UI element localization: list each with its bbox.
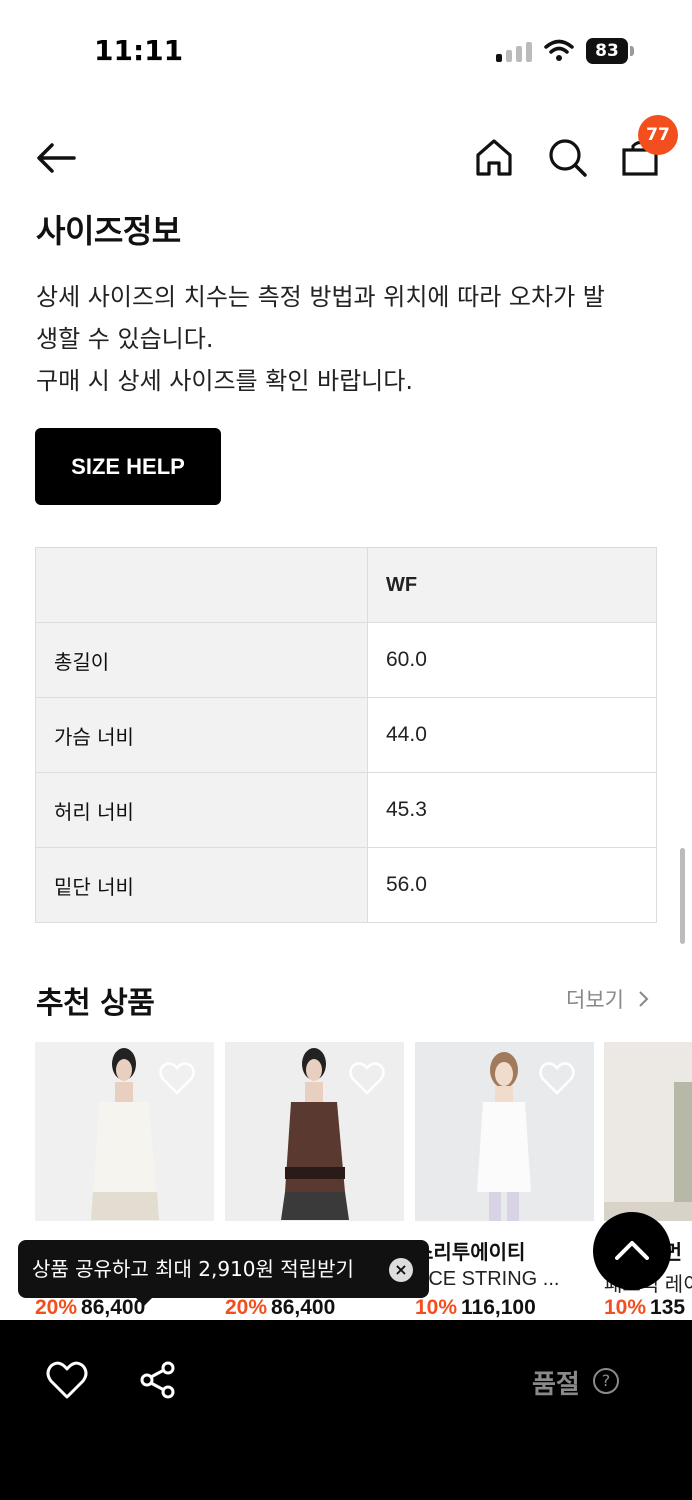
product-brand: 스리투에이티 [415,1240,526,1264]
scroll-to-top-button[interactable] [593,1212,671,1290]
table-header-row: WF [35,547,657,623]
discount-rate: 20% [35,1296,78,1319]
price-value: 135 [650,1296,686,1319]
price-value: 86,400 [271,1296,336,1319]
table-header-cell [35,547,368,623]
table-header-cell: WF [367,547,657,623]
row-label: 허리 너비 [35,772,368,848]
product-price: 10% 116,100 [415,1296,536,1320]
wifi-icon [544,39,574,61]
size-info-title: 사이즈정보 [36,212,181,250]
discount-rate: 10% [604,1296,647,1319]
cellular-signal-icon [496,40,532,62]
help-icon[interactable]: ? [593,1368,619,1394]
size-info-description: 상세 사이즈의 치수는 측정 방법과 위치에 따라 오차가 발 생할 수 있습니… [36,276,666,402]
row-value: 44.0 [367,697,657,773]
more-link[interactable]: 더보기 [566,984,651,1014]
table-row: 허리 너비 45.3 [35,772,657,848]
heart-icon[interactable] [348,1060,386,1096]
more-link-label: 더보기 [566,988,624,1012]
price-value: 116,100 [461,1296,536,1319]
row-value: 45.3 [367,772,657,848]
share-icon[interactable] [138,1360,178,1400]
row-label: 밑단 너비 [35,847,368,923]
heart-icon[interactable] [538,1060,576,1096]
scrollbar[interactable] [680,848,685,944]
product-name: ACE STRING ... [415,1268,560,1290]
size-table: WF 총길이 60.0 가슴 너비 44.0 허리 너비 45.3 밑단 너비 … [35,547,657,923]
product-price: 10% 135 [604,1296,692,1320]
table-row: 총길이 60.0 [35,622,657,698]
heart-icon[interactable] [46,1360,88,1400]
row-value: 60.0 [367,622,657,698]
sold-out-label: 품절 [532,1370,580,1400]
table-row: 밑단 너비 56.0 [35,847,657,923]
bottom-action-bar: 품절 ? [0,1320,692,1500]
product-image[interactable] [604,1042,692,1221]
description-line: 생할 수 있습니다. [36,325,214,353]
table-row: 가슴 너비 44.0 [35,697,657,773]
share-reward-toast: 상품 공유하고 최대 2,910원 적립받기 × [18,1240,429,1298]
toast-pointer [134,1296,154,1306]
battery-level: 83 [586,38,628,64]
product-image[interactable] [415,1042,594,1221]
description-line: 상세 사이즈의 치수는 측정 방법과 위치에 따라 오차가 발 [36,283,605,311]
product-price: 20% 86,400 [35,1296,145,1320]
discount-rate: 10% [415,1296,458,1319]
product-image[interactable] [35,1042,214,1221]
chevron-up-icon [615,1241,649,1260]
product-image[interactable] [225,1042,404,1221]
close-icon[interactable]: × [389,1258,413,1282]
search-icon[interactable] [546,136,590,180]
description-line: 구매 시 상세 사이즈를 확인 바랍니다. [36,367,413,395]
chevron-right-icon [638,991,649,1007]
cart-count-badge: 77 [638,115,678,155]
back-arrow-icon[interactable] [34,136,78,180]
row-value: 56.0 [367,847,657,923]
row-label: 가슴 너비 [35,697,368,773]
status-bar: 11:11 83 [0,0,692,100]
toast-text: 상품 공유하고 최대 2,910원 적립받기 [32,1257,354,1281]
home-icon[interactable] [472,136,516,180]
top-nav [0,120,692,196]
battery-icon: 83 [586,38,634,64]
row-label: 총길이 [35,622,368,698]
discount-rate: 20% [225,1296,268,1319]
status-time: 11:11 [94,34,184,67]
size-help-button[interactable]: SIZE HELP [35,428,221,505]
heart-icon[interactable] [158,1060,196,1096]
recommended-title: 추천 상품 [36,986,155,1021]
product-price: 20% 86,400 [225,1296,335,1320]
